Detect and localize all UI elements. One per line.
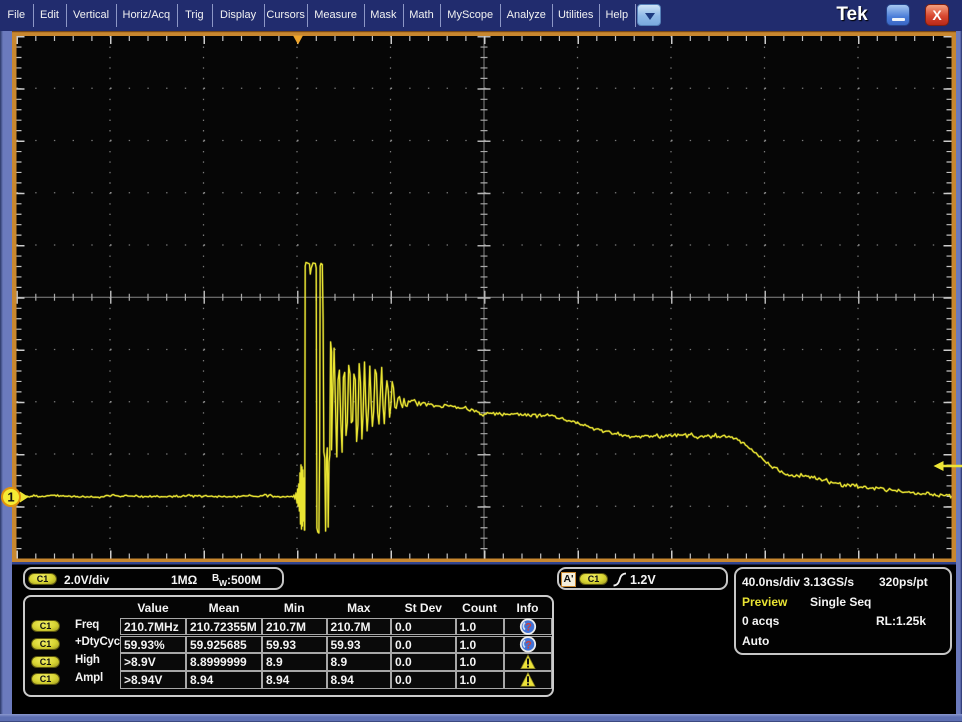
svg-text:1: 1 <box>7 490 14 505</box>
